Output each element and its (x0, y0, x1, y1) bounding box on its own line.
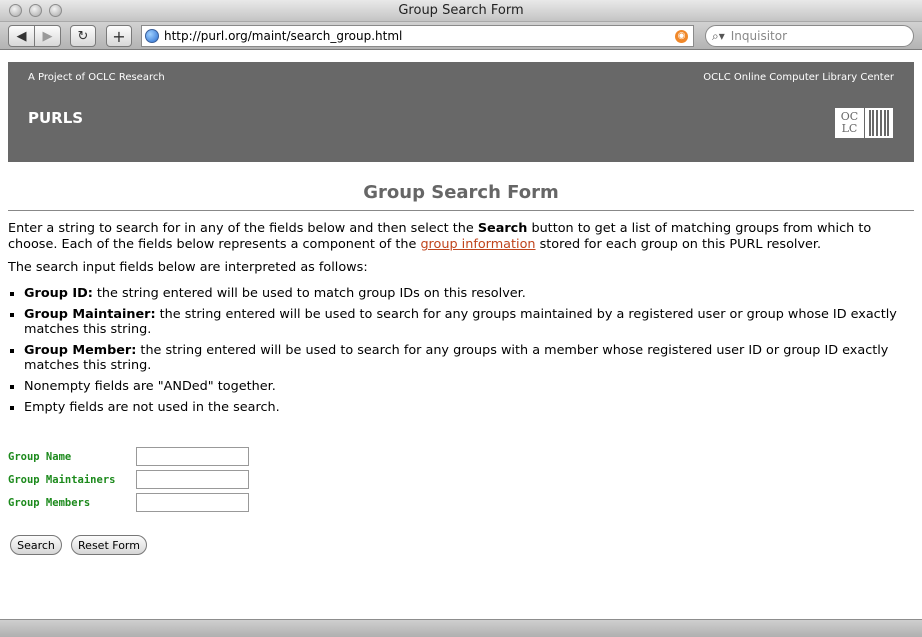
page-title: Group Search Form (363, 182, 559, 203)
intro-paragraph: Enter a string to search for in any of t… (8, 221, 918, 253)
search-placeholder: Inquisitor (730, 29, 788, 43)
group-members-input[interactable] (136, 493, 249, 512)
intro-text-3: stored for each group on this PURL resol… (535, 237, 822, 252)
add-bookmark-button[interactable]: + (106, 25, 132, 47)
back-button[interactable]: ◀ (8, 25, 35, 47)
list-item-term: Group Member: (24, 343, 137, 358)
arrow-right-icon: ▶ (42, 28, 53, 44)
site-banner: A Project of OCLC Research OCLC Online C… (8, 62, 914, 162)
interpretation-text: The search input fields below are interp… (8, 260, 368, 275)
group-name-row: Group Name (8, 447, 268, 467)
reset-form-button[interactable]: Reset Form (71, 535, 147, 555)
oclc-logo: OC LC (835, 108, 893, 138)
browser-toolbar: ◀ ▶ ↻ + http://purl.org/maint/search_gro… (0, 22, 922, 50)
group-name-input[interactable] (136, 447, 249, 466)
oclc-logo-bars (865, 108, 893, 138)
list-item-text: the string entered will be used to match… (92, 286, 526, 301)
status-bar (0, 619, 922, 637)
search-icon: ⌕▾ (712, 28, 725, 43)
list-item-term: Group ID: (24, 286, 93, 301)
group-name-label: Group Name (8, 451, 72, 463)
plus-icon: + (112, 26, 126, 46)
group-maintainers-label: Group Maintainers (8, 474, 116, 486)
list-item-text: the string entered will be used to searc… (24, 307, 897, 337)
rules-list: Group ID: the string entered will be use… (8, 286, 913, 421)
globe-icon (145, 29, 159, 43)
group-information-link[interactable]: group information (420, 237, 535, 252)
intro-bold-search: Search (477, 221, 528, 236)
banner-project-text: A Project of OCLC Research (28, 72, 165, 83)
intro-text-1: Enter a string to search for in any of t… (8, 221, 478, 236)
list-item: Empty fields are not used in the search. (8, 400, 913, 415)
list-item-text: the string entered will be used to searc… (24, 343, 889, 373)
window-title: Group Search Form (398, 3, 524, 18)
page-content: A Project of OCLC Research OCLC Online C… (0, 51, 922, 619)
list-item-text: Empty fields are not used in the search. (24, 400, 280, 415)
rss-icon[interactable]: ◉ (675, 29, 688, 43)
list-item-text: Nonempty fields are "ANDed" together. (24, 379, 276, 394)
forward-button[interactable]: ▶ (34, 25, 61, 47)
list-item: Group Member: the string entered will be… (8, 343, 913, 373)
banner-org-text: OCLC Online Computer Library Center (703, 72, 894, 83)
banner-title: PURLS (28, 109, 84, 127)
list-item: Group Maintainer: the string entered wil… (8, 307, 913, 337)
group-maintainers-row: Group Maintainers (8, 470, 268, 490)
reload-icon: ↻ (77, 28, 89, 44)
list-item: Group ID: the string entered will be use… (8, 286, 913, 301)
reload-button[interactable]: ↻ (70, 25, 96, 47)
group-maintainers-input[interactable] (136, 470, 249, 489)
list-item-term: Group Maintainer: (24, 307, 156, 322)
group-members-row: Group Members (8, 493, 268, 513)
address-url[interactable]: http://purl.org/maint/search_group.html (164, 29, 675, 43)
group-members-label: Group Members (8, 497, 91, 509)
oclc-logo-text: OC LC (835, 108, 865, 138)
list-item: Nonempty fields are "ANDed" together. (8, 379, 913, 394)
address-bar[interactable]: http://purl.org/maint/search_group.html … (141, 25, 694, 47)
window-titlebar: Group Search Form (0, 0, 922, 22)
title-divider (8, 210, 914, 211)
search-button[interactable]: Search (10, 535, 62, 555)
arrow-left-icon: ◀ (16, 28, 27, 44)
search-field[interactable]: ⌕▾ Inquisitor (705, 25, 914, 47)
